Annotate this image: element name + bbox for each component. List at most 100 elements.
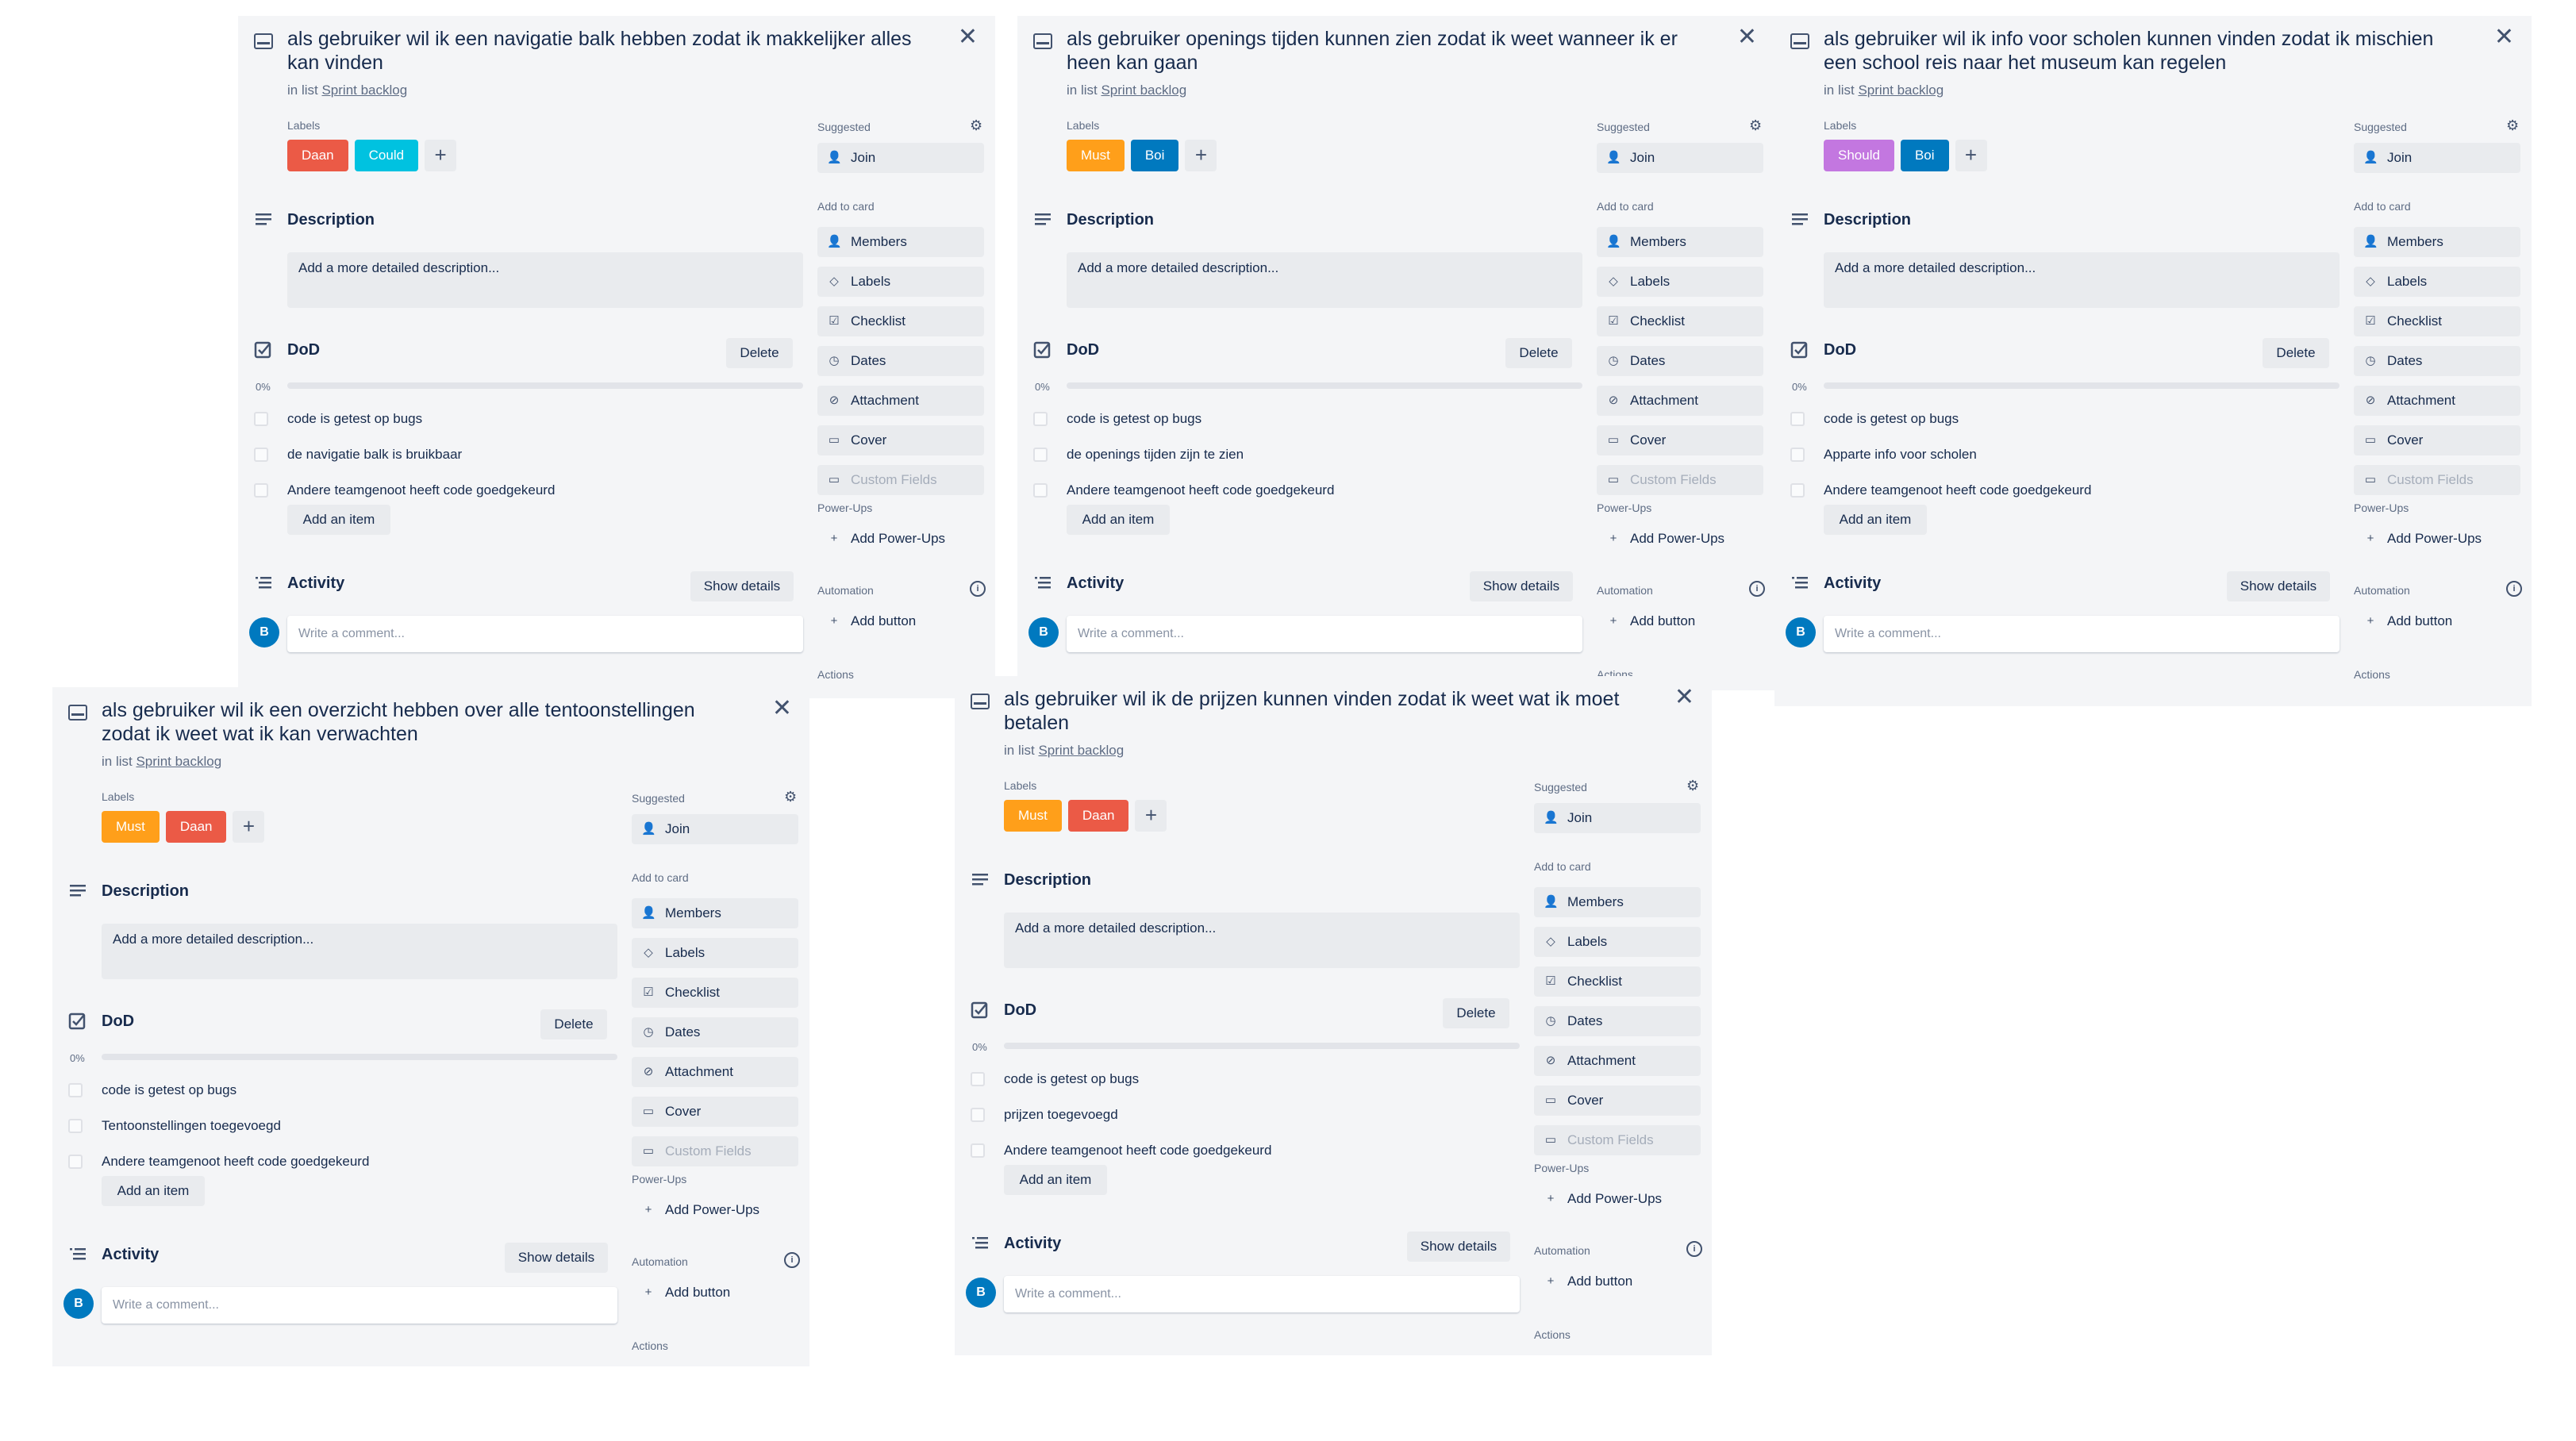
label-chip[interactable]: Boi [1130,140,1179,171]
side-custom-fields-button[interactable]: ▭ Custom Fields [2354,465,2520,495]
checklist-item[interactable]: code is getest op bugs [971,1071,1139,1087]
add-item-button[interactable]: Add an item [1004,1165,1107,1195]
side-checklist-button[interactable]: ☑ Checklist [817,306,984,336]
join-button[interactable]: 👤 Join [1534,803,1701,833]
side-labels-button[interactable]: ◇ Labels [632,938,798,968]
side-members-button[interactable]: 👤 Members [632,898,798,928]
add-automation-button[interactable]: + Add button [1597,606,1763,636]
side-dates-button[interactable]: ◷ Dates [817,346,984,376]
info-icon[interactable]: i [1686,1241,1702,1257]
checklist-item[interactable]: code is getest op bugs [1033,411,1201,427]
info-icon[interactable]: i [1749,581,1765,597]
gear-icon[interactable]: ⚙ [970,117,982,134]
checklist-item[interactable]: de navigatie balk is bruikbaar [254,447,462,463]
checklist-title[interactable]: DoD [1067,341,1099,359]
label-chip[interactable]: Must [1067,140,1125,171]
checklist-checkbox[interactable] [254,483,268,498]
checklist-checkbox[interactable] [68,1119,83,1133]
description-input[interactable]: Add a more detailed description... [1067,252,1582,308]
info-icon[interactable]: i [970,581,986,597]
join-button[interactable]: 👤 Join [2354,143,2520,173]
side-custom-fields-button[interactable]: ▭ Custom Fields [817,465,984,495]
gear-icon[interactable]: ⚙ [784,789,797,805]
label-chip[interactable]: Boi [1900,140,1949,171]
comment-input[interactable]: Write a comment... [1824,616,2340,652]
side-labels-button[interactable]: ◇ Labels [1534,927,1701,957]
add-label-button[interactable]: + [425,140,457,171]
side-cover-button[interactable]: ▭ Cover [817,425,984,455]
side-cover-button[interactable]: ▭ Cover [2354,425,2520,455]
description-input[interactable]: Add a more detailed description... [1824,252,2340,308]
checklist-item[interactable]: Andere teamgenoot heeft code goedgekeurd [68,1154,369,1170]
avatar[interactable]: B [966,1278,996,1308]
side-dates-button[interactable]: ◷ Dates [2354,346,2520,376]
show-details-button[interactable]: Show details [1470,571,1573,601]
side-checklist-button[interactable]: ☑ Checklist [1597,306,1763,336]
show-details-button[interactable]: Show details [690,571,794,601]
add-powerups-button[interactable]: + Add Power-Ups [1597,524,1763,554]
side-dates-button[interactable]: ◷ Dates [632,1017,798,1047]
add-label-button[interactable]: + [1185,140,1217,171]
checklist-title[interactable]: DoD [287,341,320,359]
side-custom-fields-button[interactable]: ▭ Custom Fields [1597,465,1763,495]
checklist-checkbox[interactable] [971,1108,985,1122]
checklist-item[interactable]: Andere teamgenoot heeft code goedgekeurd [1033,482,1334,498]
description-input[interactable]: Add a more detailed description... [287,252,803,308]
side-custom-fields-button[interactable]: ▭ Custom Fields [1534,1125,1701,1155]
checklist-checkbox[interactable] [254,412,268,426]
show-details-button[interactable]: Show details [1407,1232,1510,1262]
checklist-checkbox[interactable] [1790,483,1805,498]
comment-input[interactable]: Write a comment... [1067,616,1582,652]
add-item-button[interactable]: Add an item [1824,505,1927,535]
show-details-button[interactable]: Show details [2227,571,2330,601]
checklist-item[interactable]: code is getest op bugs [68,1082,236,1098]
checklist-checkbox[interactable] [1033,483,1048,498]
side-dates-button[interactable]: ◷ Dates [1597,346,1763,376]
side-attachment-button[interactable]: ⊘ Attachment [817,386,984,416]
add-automation-button[interactable]: + Add button [1534,1266,1701,1297]
side-labels-button[interactable]: ◇ Labels [817,267,984,297]
delete-checklist-button[interactable]: Delete [540,1009,607,1039]
delete-checklist-button[interactable]: Delete [726,338,793,368]
label-chip[interactable]: Daan [165,811,227,843]
checklist-item[interactable]: Tentoonstellingen toegevoegd [68,1118,281,1134]
side-labels-button[interactable]: ◇ Labels [1597,267,1763,297]
checklist-checkbox[interactable] [971,1072,985,1086]
add-powerups-button[interactable]: + Add Power-Ups [632,1195,798,1225]
side-custom-fields-button[interactable]: ▭ Custom Fields [632,1136,798,1166]
add-automation-button[interactable]: + Add button [2354,606,2520,636]
side-checklist-button[interactable]: ☑ Checklist [2354,306,2520,336]
add-item-button[interactable]: Add an item [287,505,390,535]
checklist-title[interactable]: DoD [102,1013,134,1031]
add-item-button[interactable]: Add an item [102,1176,205,1206]
label-chip[interactable]: Should [1824,140,1894,171]
checklist-checkbox[interactable] [1790,448,1805,462]
side-members-button[interactable]: 👤 Members [1534,887,1701,917]
checklist-item[interactable]: code is getest op bugs [1790,411,1959,427]
description-input[interactable]: Add a more detailed description... [1004,913,1520,968]
checklist-checkbox[interactable] [68,1083,83,1097]
checklist-item[interactable]: prijzen toegevoegd [971,1107,1118,1123]
side-members-button[interactable]: 👤 Members [1597,227,1763,257]
checklist-checkbox[interactable] [971,1143,985,1158]
comment-input[interactable]: Write a comment... [287,616,803,652]
label-chip[interactable]: Could [354,140,419,171]
checklist-item[interactable]: code is getest op bugs [254,411,422,427]
avatar[interactable]: B [1786,617,1816,647]
side-attachment-button[interactable]: ⊘ Attachment [1534,1046,1701,1076]
side-members-button[interactable]: 👤 Members [817,227,984,257]
side-cover-button[interactable]: ▭ Cover [1534,1086,1701,1116]
join-button[interactable]: 👤 Join [817,143,984,173]
show-details-button[interactable]: Show details [505,1243,608,1273]
gear-icon[interactable]: ⚙ [1749,117,1762,134]
join-button[interactable]: 👤 Join [632,814,798,844]
side-cover-button[interactable]: ▭ Cover [1597,425,1763,455]
add-powerups-button[interactable]: + Add Power-Ups [2354,524,2520,554]
comment-input[interactable]: Write a comment... [102,1287,617,1324]
add-label-button[interactable]: + [1955,140,1987,171]
comment-input[interactable]: Write a comment... [1004,1276,1520,1312]
delete-checklist-button[interactable]: Delete [1443,998,1509,1028]
checklist-item[interactable]: Apparte info voor scholen [1790,447,1977,463]
join-button[interactable]: 👤 Join [1597,143,1763,173]
info-icon[interactable]: i [784,1252,800,1268]
